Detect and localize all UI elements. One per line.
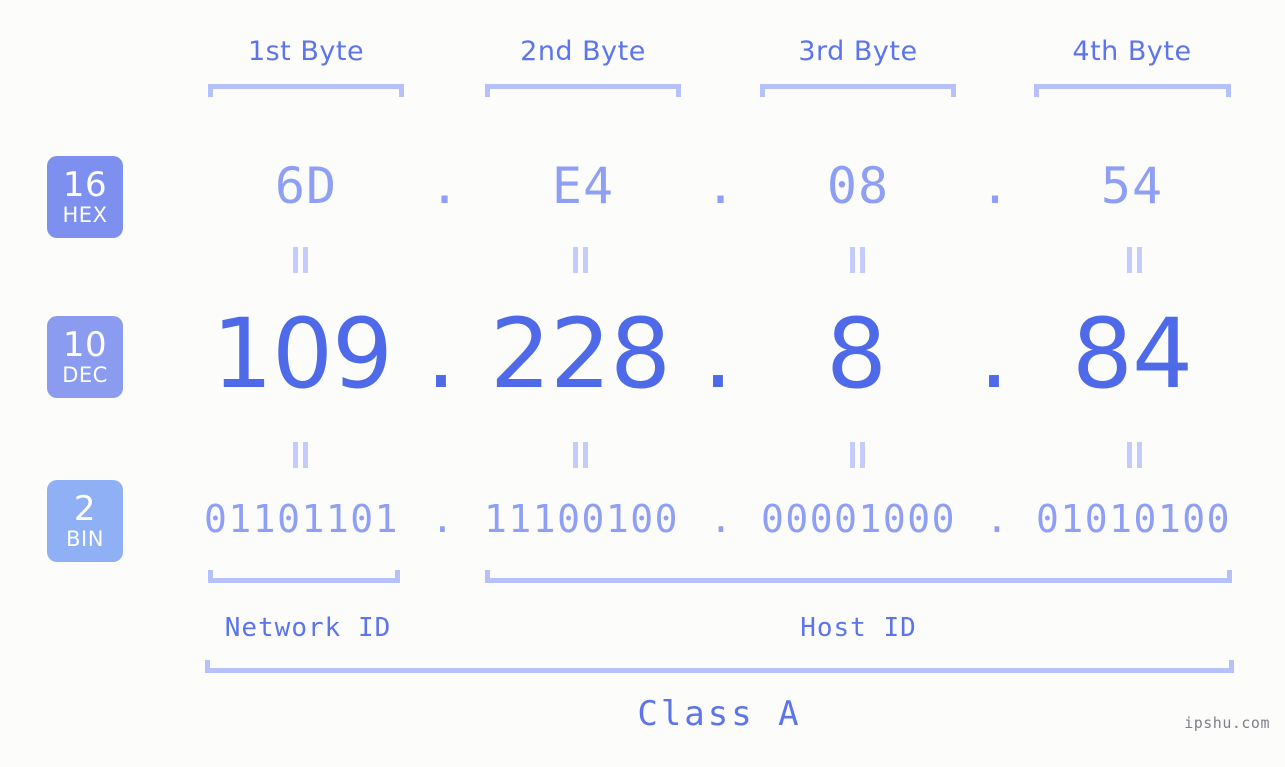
network-id-bracket <box>208 570 400 583</box>
class-label: Class A <box>637 694 802 734</box>
equals-mark-hex-dec-3 <box>849 247 867 273</box>
equals-mark-dec-bin-1 <box>292 442 310 468</box>
base-badge-hex: 16 HEX <box>47 156 123 238</box>
host-id-label: Host ID <box>800 613 917 643</box>
base-badge-hex-name: HEX <box>62 203 108 227</box>
bin-byte-2: 11100100 <box>483 497 680 541</box>
hex-separator-2: . <box>705 157 736 215</box>
hex-separator-3: . <box>979 157 1011 215</box>
network-id-label: Network ID <box>224 613 392 643</box>
dec-separator-2: . <box>702 298 734 410</box>
byte-bracket-2 <box>485 84 681 97</box>
equals-mark-hex-dec-1 <box>292 247 310 273</box>
byte-header-4: 4th Byte <box>1072 36 1192 67</box>
dec-byte-4: 84 <box>1071 298 1193 410</box>
watermark: ipshu.com <box>1184 714 1270 732</box>
byte-header-1: 1st Byte <box>247 36 365 67</box>
hex-byte-4: 54 <box>1100 157 1164 215</box>
equals-mark-hex-dec-4 <box>1126 247 1144 273</box>
equals-mark-hex-dec-2 <box>572 247 590 273</box>
bin-separator-2: . <box>709 497 733 541</box>
byte-header-3: 3rd Byte <box>798 36 918 67</box>
byte-header-2: 2nd Byte <box>520 36 646 67</box>
bin-byte-3: 00001000 <box>760 497 957 541</box>
hex-byte-3: 08 <box>826 157 890 215</box>
bin-separator-3: . <box>985 497 1009 541</box>
byte-bracket-4 <box>1034 84 1231 97</box>
base-badge-hex-number: 16 <box>62 165 108 205</box>
byte-bracket-1 <box>208 84 404 97</box>
equals-mark-dec-bin-3 <box>849 442 867 468</box>
bin-byte-4: 01010100 <box>1035 497 1232 541</box>
hex-byte-1: 6D <box>274 157 338 215</box>
dec-byte-1: 109 <box>211 298 393 410</box>
class-bracket <box>205 660 1234 673</box>
base-badge-bin-name: BIN <box>66 527 104 551</box>
base-badge-dec: 10 DEC <box>47 316 123 398</box>
hex-separator-1: . <box>429 157 460 215</box>
hex-byte-2: E4 <box>551 157 615 215</box>
base-badge-dec-number: 10 <box>62 325 108 365</box>
dec-byte-3: 8 <box>825 298 887 410</box>
byte-bracket-3 <box>760 84 956 97</box>
base-badge-bin-number: 2 <box>73 489 97 529</box>
base-badge-bin: 2 BIN <box>47 480 123 562</box>
ip-address-breakdown-diagram: 1st Byte 2nd Byte 3rd Byte 4th Byte 16 H… <box>0 0 1285 767</box>
base-badge-dec-name: DEC <box>62 363 108 387</box>
bin-separator-1: . <box>431 497 454 541</box>
equals-mark-dec-bin-4 <box>1126 442 1144 468</box>
equals-mark-dec-bin-2 <box>572 442 590 468</box>
dec-byte-2: 228 <box>489 298 671 410</box>
dec-separator-1: . <box>425 298 457 410</box>
host-id-bracket <box>485 570 1232 583</box>
bin-byte-1: 01101101 <box>203 497 400 541</box>
dec-separator-3: . <box>978 298 1010 410</box>
